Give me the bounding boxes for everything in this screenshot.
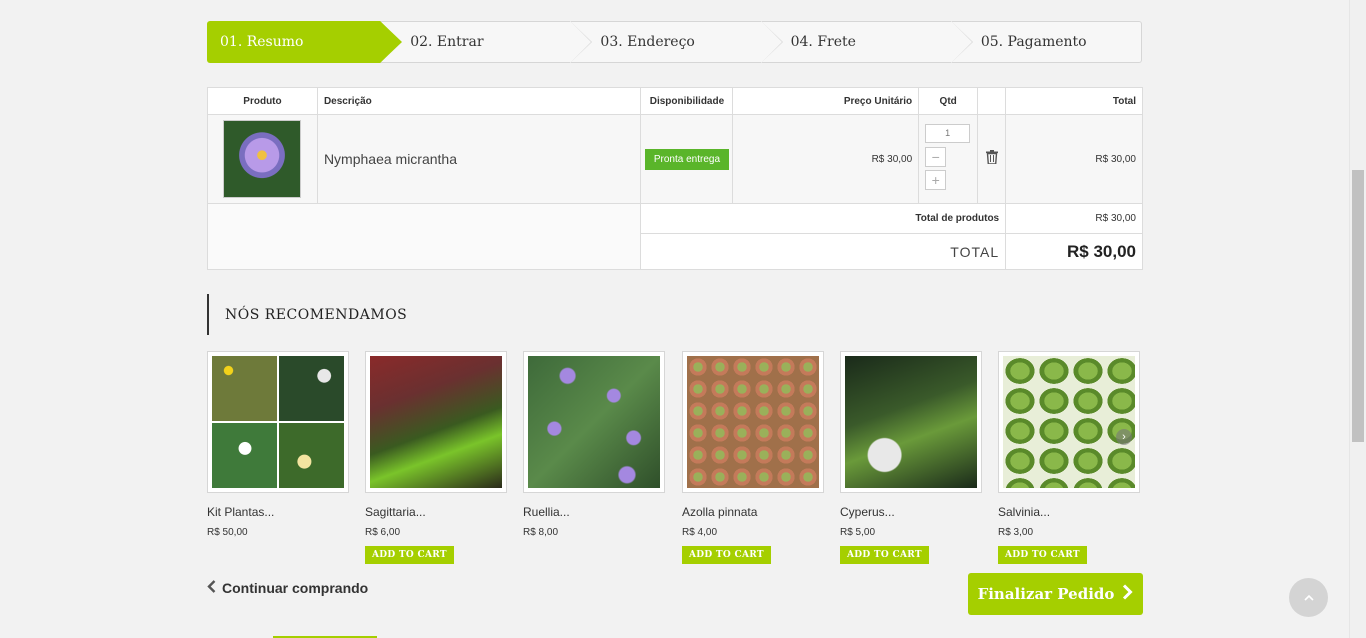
product-card: Kit Plantas... R$ 50,00	[207, 351, 349, 538]
product-name[interactable]: Azolla pinnata	[682, 505, 824, 519]
scrollbar-thumb[interactable]	[1352, 170, 1364, 442]
products-total-label: Total de produtos	[640, 203, 1007, 234]
col-disponibilidade: Disponibilidade	[640, 87, 734, 115]
finish-order-label: Finalizar Pedido	[977, 585, 1115, 603]
trash-icon[interactable]	[985, 150, 998, 168]
unit-price: R$ 30,00	[732, 114, 920, 204]
step-label: 02. Entrar	[410, 34, 484, 50]
step-pagamento[interactable]: 05. Pagamento	[950, 21, 1143, 63]
step-label: 03. Endereço	[600, 34, 695, 50]
product-card: Sagittaria... R$ 6,00 ADD TO CART	[365, 351, 507, 564]
product-price: R$ 4,00	[682, 527, 718, 538]
cart-header-row: Produto Descrição Disponibilidade Preço …	[207, 87, 1143, 115]
step-entrar[interactable]: 02. Entrar	[380, 21, 593, 63]
col-remove	[977, 87, 1007, 115]
checkout-steps: 01. Resumo 02. Entrar 03. Endereço 04. F…	[207, 21, 1143, 63]
step-frete[interactable]: 04. Frete	[760, 21, 973, 63]
product-name[interactable]: Nymphaea micrantha	[316, 114, 642, 204]
product-price: R$ 5,00	[840, 527, 876, 538]
product-image[interactable]	[840, 351, 982, 493]
chevron-right-icon	[1122, 583, 1134, 605]
step-resumo[interactable]: 01. Resumo	[207, 21, 403, 63]
step-label: 04. Frete	[790, 34, 856, 50]
product-card: Azolla pinnata R$ 4,00 ADD TO CART	[682, 351, 824, 564]
step-label: 05. Pagamento	[980, 34, 1087, 50]
product-card: Ruellia... R$ 8,00	[523, 351, 665, 538]
item-total: R$ 30,00	[1005, 114, 1143, 204]
product-name[interactable]: Salvinia...	[998, 505, 1140, 519]
add-to-cart-button[interactable]: ADD TO CART	[840, 546, 929, 564]
col-descricao: Descrição	[316, 87, 642, 115]
product-image[interactable]	[998, 351, 1140, 493]
step-endereco[interactable]: 03. Endereço	[570, 21, 783, 63]
continue-shopping-label: Continuar comprando	[222, 580, 369, 596]
product-image[interactable]	[207, 351, 349, 493]
add-to-cart-button[interactable]: ADD TO CART	[998, 546, 1087, 564]
product-price: R$ 6,00	[365, 527, 401, 538]
carousel-next-icon[interactable]: ›	[1116, 429, 1132, 445]
cart-item-row: Nymphaea micrantha Pronta entrega R$ 30,…	[207, 114, 1143, 204]
back-to-top-button[interactable]	[1289, 578, 1328, 617]
product-image[interactable]	[523, 351, 665, 493]
col-total: Total	[1005, 87, 1143, 115]
recommend-carousel: Kit Plantas... R$ 50,00 Sagittaria... R$…	[207, 351, 1142, 567]
grand-total-value: R$ 30,00	[1005, 233, 1143, 270]
availability-badge: Pronta entrega	[644, 148, 730, 170]
cart-table: Produto Descrição Disponibilidade Preço …	[206, 87, 1143, 270]
step-label: 01. Resumo	[220, 34, 304, 50]
decrease-qty-button[interactable]: −	[925, 147, 947, 167]
scrollbar-track[interactable]	[1349, 0, 1366, 638]
product-card: Cyperus... R$ 5,00 ADD TO CART	[840, 351, 982, 564]
col-produto: Produto	[207, 87, 318, 115]
product-name[interactable]: Ruellia...	[523, 505, 665, 519]
add-to-cart-button[interactable]: ADD TO CART	[682, 546, 771, 564]
chevron-left-icon	[207, 580, 216, 596]
products-total-row: Total de produtos R$ 30,00	[206, 203, 1143, 270]
product-image[interactable]	[365, 351, 507, 493]
recommend-title: NÓS RECOMENDAMOS	[207, 294, 407, 335]
chevron-up-icon	[1303, 594, 1314, 601]
product-name[interactable]: Kit Plantas...	[207, 505, 349, 519]
products-total-value: R$ 30,00	[1005, 203, 1143, 234]
product-name[interactable]: Cyperus...	[840, 505, 982, 519]
product-price: R$ 3,00	[998, 527, 1034, 538]
grand-total-label: TOTAL	[640, 233, 1007, 270]
product-image[interactable]	[682, 351, 824, 493]
continue-shopping-link[interactable]: Continuar comprando	[207, 580, 368, 596]
product-name[interactable]: Sagittaria...	[365, 505, 507, 519]
increase-qty-button[interactable]: +	[925, 170, 947, 190]
add-to-cart-button[interactable]: ADD TO CART	[365, 546, 454, 564]
product-price: R$ 8,00	[523, 527, 559, 538]
product-price: R$ 50,00	[207, 527, 248, 538]
col-preco: Preço Unitário	[732, 87, 920, 115]
finish-order-button[interactable]: Finalizar Pedido	[968, 573, 1143, 615]
product-card: Salvinia... R$ 3,00 ADD TO CART	[998, 351, 1140, 564]
product-thumbnail[interactable]	[223, 120, 302, 198]
col-qtd: Qtd	[918, 87, 979, 115]
quantity-input[interactable]: 1	[925, 124, 971, 143]
